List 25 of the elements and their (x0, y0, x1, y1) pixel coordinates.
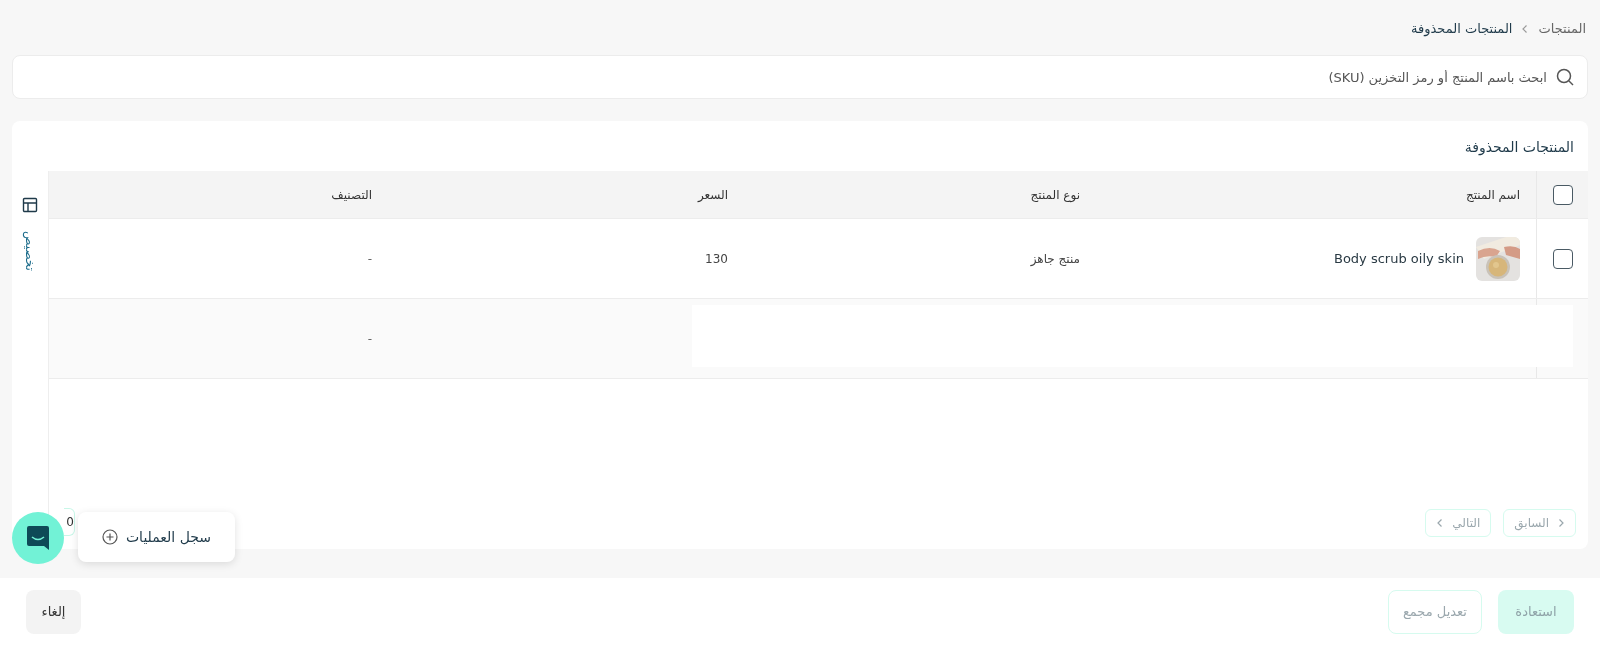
table-icon (22, 197, 38, 213)
breadcrumb-link[interactable]: المنتجات المحذوفة (1411, 18, 1513, 39)
table-cell-text: منتج جاهز (1029, 250, 1081, 268)
table-cell-text: 130 (704, 250, 729, 268)
column-header: نوع المنتج (1029, 186, 1081, 204)
chevron-icon (1436, 518, 1445, 528)
page-size-select[interactable]: 0 (64, 508, 75, 536)
chat-button[interactable] (12, 512, 64, 564)
chat-icon (26, 525, 50, 551)
column-header: اسم المنتج (1464, 186, 1521, 204)
card-title: المنتجات المحذوفة (1463, 138, 1575, 158)
table-cell-text: - (366, 250, 373, 268)
table-cell-text: - (366, 330, 373, 348)
column-header: السعر (696, 186, 729, 204)
customize-button[interactable]: تخصيص (22, 197, 38, 279)
checkbox[interactable] (1552, 248, 1573, 269)
chevron-icon (1557, 518, 1565, 528)
column-header: التصنيف (330, 186, 373, 204)
product-name: Body scrub oily skin (1334, 249, 1464, 268)
footer-button[interactable]: إلغاء (26, 590, 81, 634)
plus-circle-icon (101, 529, 118, 545)
search-icon (1555, 67, 1575, 87)
breadcrumb-link[interactable]: المنتجات (1538, 18, 1586, 39)
checkbox[interactable] (1552, 184, 1573, 205)
activity-log-button[interactable]: سجل العمليات (78, 512, 235, 562)
